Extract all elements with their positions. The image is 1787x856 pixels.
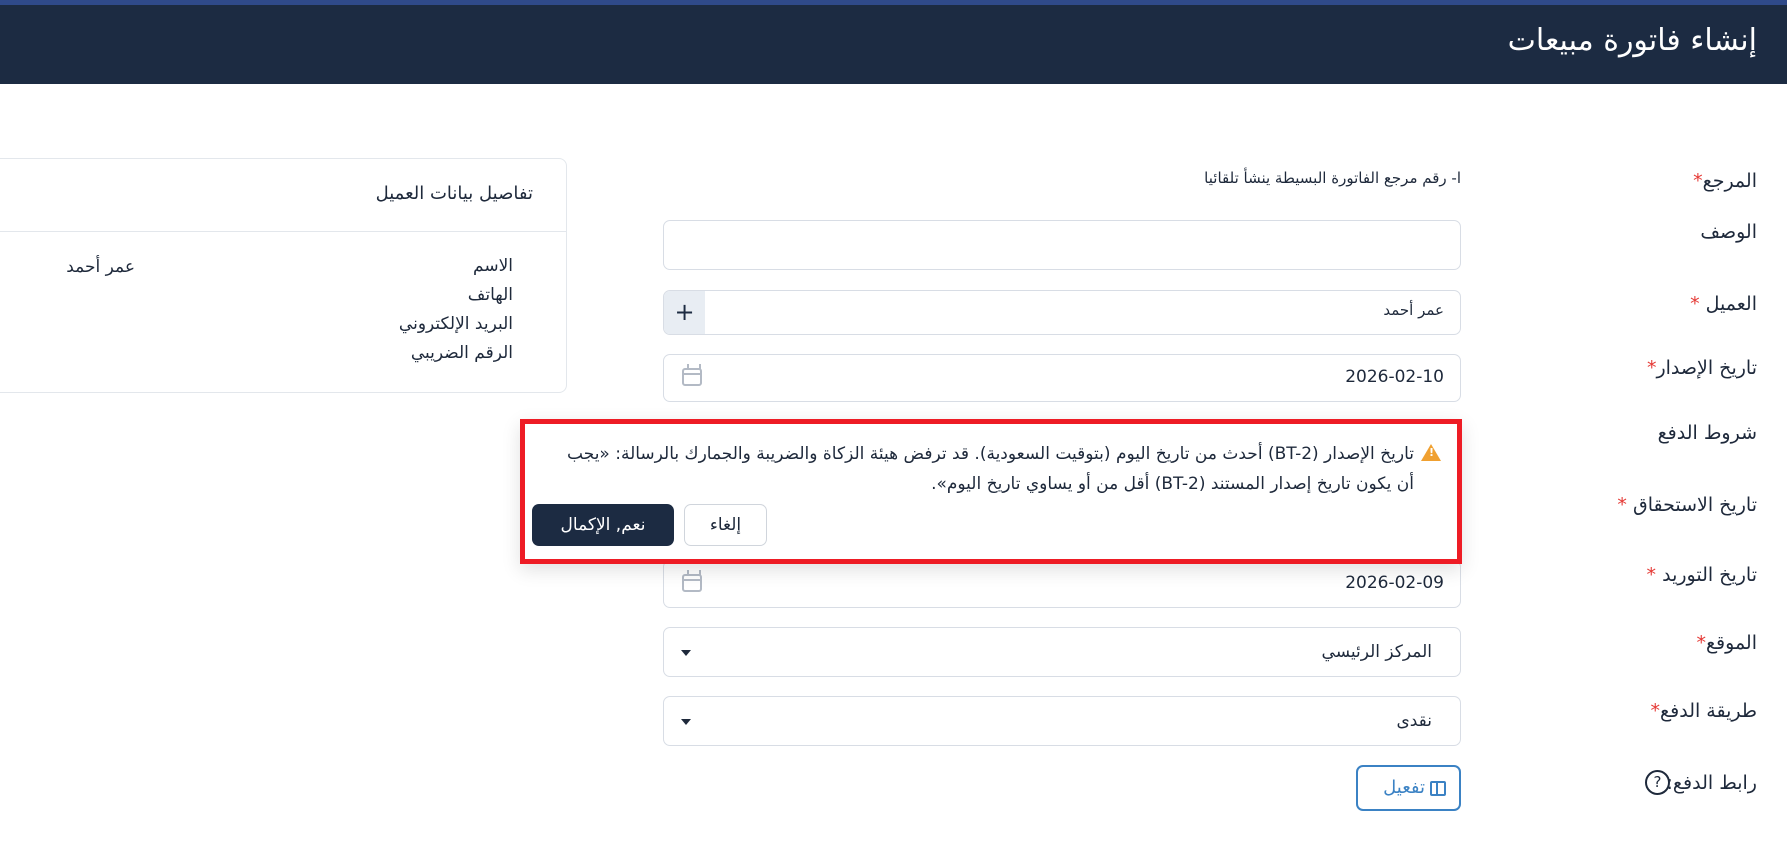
description-label: الوصف [1700, 221, 1757, 243]
required-mark: * [1646, 564, 1657, 586]
due-date-label: تاريخ الاستحقاق * [1617, 494, 1757, 516]
warning-message: تاريخ الإصدار (BT-2) أحدث من تاريخ اليوم… [567, 444, 1414, 494]
activate-label: تفعيل [1383, 777, 1425, 798]
reference-auto-note: ا- رقم مرجع الفاتورة البسيطة ينشأ تلقائي… [1204, 169, 1461, 187]
payment-method-select[interactable]: نقدى [663, 696, 1461, 746]
customer-value: عمر أحمد [1383, 301, 1444, 319]
calendar-icon[interactable] [682, 570, 702, 592]
payment-method-value: نقدى [1396, 711, 1432, 731]
add-customer-button[interactable]: + [664, 291, 705, 334]
customer-card-title: تفاصيل بيانات العميل [375, 183, 533, 204]
required-mark: * [1693, 170, 1703, 192]
supply-date-input[interactable]: 2026-02-09 [663, 560, 1461, 608]
required-mark: * [1696, 632, 1706, 654]
customer-email-label: البريد الإلكتروني [398, 314, 513, 334]
customer-tax-number-label: الرقم الضريبي [410, 343, 513, 363]
page-header: إنشاء فاتورة مبيعات [0, 5, 1787, 84]
payment-method-label: طريقة الدفع* [1650, 700, 1757, 722]
warning-icon [1421, 444, 1441, 461]
customer-select[interactable]: + عمر أحمد [663, 290, 1461, 335]
customer-label: العميل * [1690, 293, 1757, 315]
cancel-button[interactable]: إلغاء [684, 504, 767, 546]
required-mark: * [1690, 293, 1700, 315]
chevron-down-icon [681, 650, 691, 656]
location-value: المركز الرئيسي [1321, 642, 1432, 662]
book-icon [1430, 781, 1446, 796]
help-icon[interactable]: ? [1645, 770, 1670, 795]
customer-name-label: الاسم [473, 256, 513, 276]
customer-details-card: تفاصيل بيانات العميل الاسم الهاتف البريد… [0, 158, 567, 393]
supply-date-label: تاريخ التوريد * [1646, 564, 1757, 586]
payment-terms-label: شروط الدفع [1657, 422, 1757, 444]
customer-name-value: عمر أحمد [66, 257, 135, 277]
issue-date-value: 2026-02-10 [1345, 367, 1444, 387]
chevron-down-icon [681, 719, 691, 725]
required-mark: * [1650, 700, 1661, 722]
description-input[interactable] [663, 220, 1461, 270]
page-title: إنشاء فاتورة مبيعات [1507, 23, 1757, 58]
confirm-continue-button[interactable]: نعم, الإكمال [532, 504, 674, 546]
payment-link-label: رابط الدفع: [1666, 772, 1757, 794]
issue-date-input[interactable]: 2026-02-10 [663, 354, 1461, 402]
required-mark: * [1617, 494, 1627, 516]
activate-payment-link-button[interactable]: تفعيل [1356, 765, 1461, 811]
customer-card-header: تفاصيل بيانات العميل [0, 159, 566, 232]
location-label: الموقع* [1696, 632, 1757, 654]
issue-date-warning-popover: تاريخ الإصدار (BT-2) أحدث من تاريخ اليوم… [520, 419, 1462, 564]
reference-label: المرجع* [1693, 170, 1757, 192]
location-select[interactable]: المركز الرئيسي [663, 627, 1461, 677]
calendar-icon[interactable] [682, 364, 702, 386]
supply-date-value: 2026-02-09 [1345, 573, 1444, 593]
issue-date-label: تاريخ الإصدار* [1646, 357, 1757, 379]
customer-phone-label: الهاتف [467, 285, 513, 305]
